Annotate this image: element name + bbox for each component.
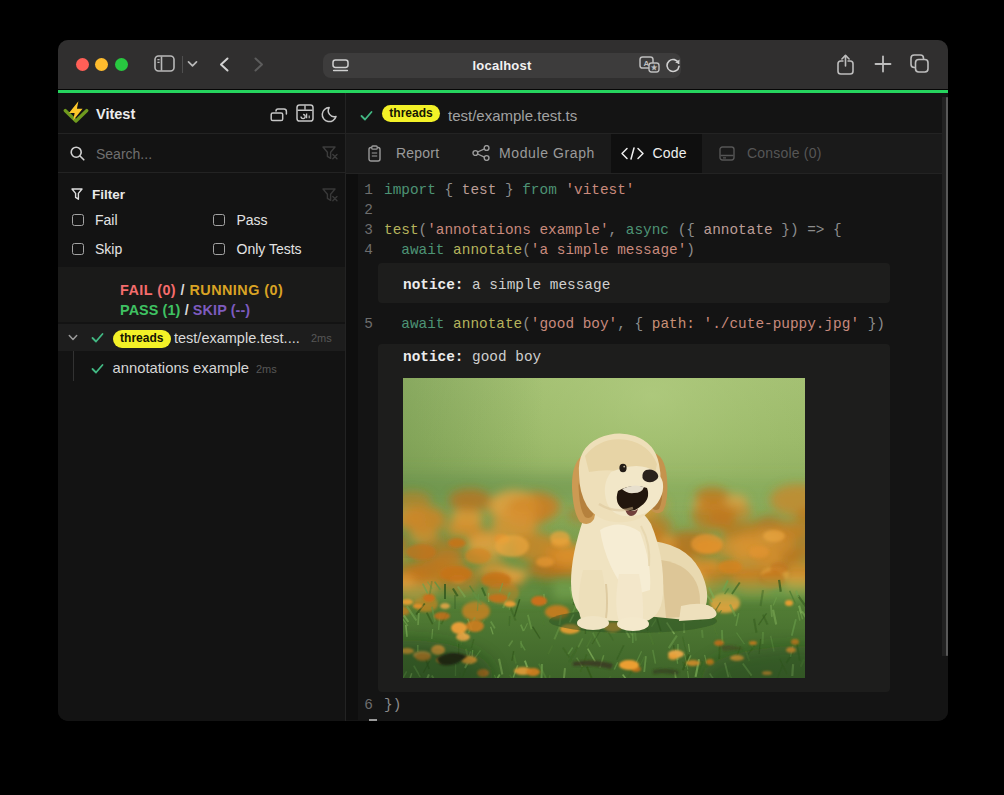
svg-text:★: ★ bbox=[651, 63, 658, 72]
